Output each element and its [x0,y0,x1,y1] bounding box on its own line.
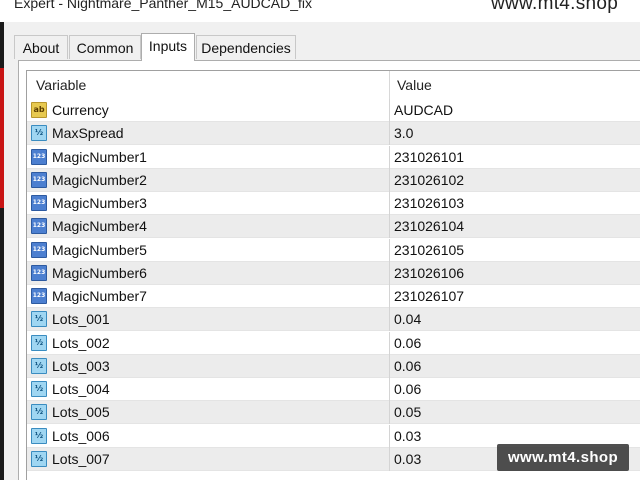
tab-dependencies[interactable]: Dependencies [196,35,296,59]
double-type-icon: ½ [31,334,47,351]
integer-type-icon: 123 [31,195,47,211]
table-row[interactable]: ½ Lots_001 0.04 [27,308,640,332]
table-row[interactable]: 123 MagicNumber6 231026106 [27,261,640,285]
variable-name: MaxSpread [52,125,124,142]
variable-name: Lots_002 [52,334,110,351]
variable-value[interactable]: 231026105 [394,239,464,262]
integer-type-icon: 123 [31,241,47,258]
integer-type-icon: 123 [31,218,47,235]
table-row[interactable]: 123 MagicNumber2 231026102 [27,168,640,192]
double-type-icon: ½ [31,125,47,142]
variable-name: Lots_004 [52,381,110,397]
variable-name: MagicNumber1 [52,148,147,165]
double-type-icon: ½ [31,357,47,374]
cell-divider [389,238,390,262]
watermark-bottom: www.mt4.shop [497,444,629,471]
variable-value[interactable]: 231026104 [394,215,464,238]
integer-type-icon: 123 [31,148,47,165]
variable-value[interactable]: 0.03 [394,448,421,471]
cell-divider [389,285,390,308]
table-row[interactable]: ½ Lots_005 0.05 [27,401,640,425]
variable-name: MagicNumber6 [52,264,147,281]
table-row[interactable]: 123 MagicNumber3 231026103 [27,192,640,215]
inputs-table: Variable Value ab Currency AUDCAD ½ MaxSprea… [26,70,640,480]
double-type-icon: ½ [31,311,47,328]
double-type-icon: ½ [31,404,47,421]
variable-name: Lots_001 [52,311,110,328]
table-row[interactable]: 123 MagicNumber4 231026104 [27,215,640,239]
double-type-icon: ½ [31,381,47,397]
column-header-value[interactable]: Value [397,71,432,99]
tab-about[interactable]: About [14,35,68,59]
cell-divider [389,99,390,122]
variable-name: MagicNumber3 [52,195,147,211]
cell-divider [389,145,390,169]
table-row[interactable]: ½ MaxSpread 3.0 [27,122,640,146]
variable-value[interactable]: 231026103 [394,192,464,215]
variable-value[interactable]: 3.0 [394,122,413,145]
table-row[interactable]: ab Currency AUDCAD [27,99,640,122]
string-type-icon: ab [31,102,47,118]
double-type-icon: ½ [31,450,47,467]
cell-divider [389,168,390,192]
variable-name: Currency [52,102,109,118]
column-header-variable[interactable]: Variable [36,71,86,99]
integer-type-icon: 123 [31,288,47,304]
variable-value[interactable]: 231026106 [394,262,464,285]
table-row[interactable]: ½ Lots_004 0.06 [27,378,640,401]
variable-value[interactable]: 231026107 [394,285,464,308]
variable-value[interactable]: 0.05 [394,401,421,424]
table-row[interactable]: ½ Lots_003 0.06 [27,354,640,378]
table-row[interactable]: 123 MagicNumber1 231026101 [27,145,640,169]
integer-type-icon: 123 [31,171,47,188]
tab-common[interactable]: Common [69,35,141,59]
cell-divider [389,192,390,215]
variable-name: MagicNumber2 [52,171,147,188]
tab-inputs[interactable]: Inputs [141,33,195,61]
variable-value[interactable]: 231026101 [394,146,464,169]
window-title: Expert - Nightmare_Panther_M15_AUDCAD_fi… [14,0,313,11]
variable-value[interactable]: 0.03 [394,425,421,448]
variable-value[interactable]: 0.04 [394,308,421,331]
variable-name: MagicNumber4 [52,218,147,235]
window-title-bar: Expert - Nightmare_Panther_M15_AUDCAD_fi… [0,0,640,22]
table-row[interactable]: 123 MagicNumber5 231026105 [27,238,640,262]
cell-divider [389,424,390,448]
column-divider[interactable] [389,71,390,99]
variable-name: MagicNumber7 [52,288,147,304]
variable-value[interactable]: 0.06 [394,332,421,355]
background-chart-strip [0,22,4,480]
cell-divider [389,378,390,401]
cell-divider [389,215,390,239]
cell-divider [389,447,390,471]
table-row[interactable]: 123 MagicNumber7 231026107 [27,285,640,308]
cell-divider [389,308,390,332]
integer-type-icon: 123 [31,264,47,281]
variable-value[interactable]: 231026102 [394,169,464,192]
cell-divider [389,401,390,425]
background-chart-bar [0,68,4,208]
table-header: Variable Value [27,71,640,99]
cell-divider [389,354,390,378]
variable-value[interactable]: 0.06 [394,378,421,401]
variable-name: Lots_007 [52,450,110,467]
double-type-icon: ½ [31,427,47,444]
cell-divider [389,122,390,146]
cell-divider [389,261,390,285]
variable-name: Lots_003 [52,357,110,374]
variable-name: Lots_005 [52,404,110,421]
cell-divider [389,331,390,355]
table-row[interactable]: ½ Lots_002 0.06 [27,331,640,355]
watermark-top: www.mt4.shop [491,0,619,14]
variable-value[interactable]: AUDCAD [394,99,453,122]
variable-name: Lots_006 [52,427,110,444]
variable-name: MagicNumber5 [52,241,147,258]
variable-value[interactable]: 0.06 [394,355,421,378]
